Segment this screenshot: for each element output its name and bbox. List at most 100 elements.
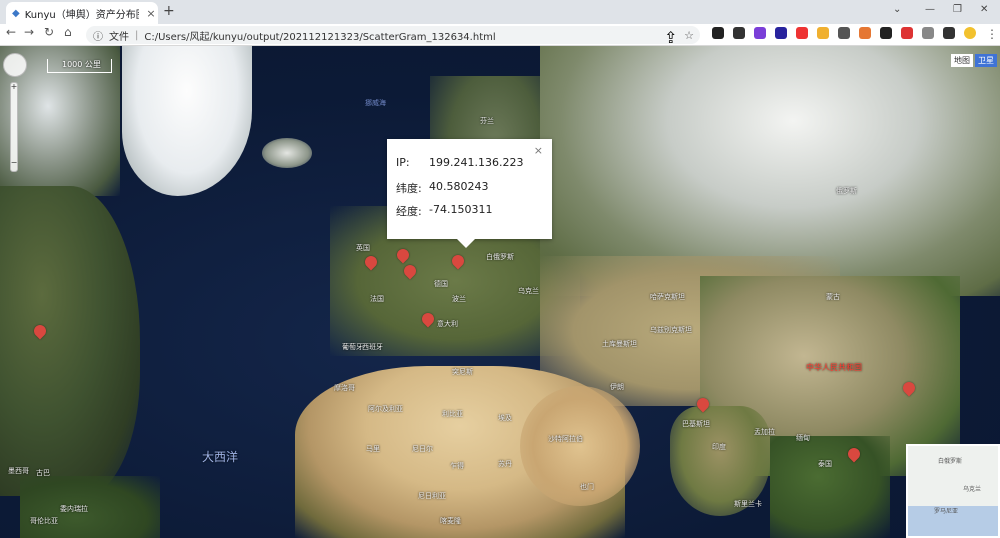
reload-icon[interactable]: ↻ bbox=[44, 25, 54, 39]
forward-icon[interactable]: → bbox=[24, 25, 34, 39]
label-saudi: 沙特阿拉伯 bbox=[548, 435, 583, 443]
profile-avatar[interactable] bbox=[964, 27, 976, 39]
label-tunisia: 突尼斯 bbox=[452, 368, 473, 376]
minimize-icon[interactable]: — bbox=[925, 4, 935, 15]
map-type-satellite-button[interactable]: 卫星 bbox=[975, 54, 997, 67]
popup-lat-row: 纬度: 40.580243 bbox=[396, 180, 489, 196]
extension-icon-3[interactable] bbox=[754, 27, 766, 39]
label-venezuela: 委内瑞拉 bbox=[60, 505, 88, 513]
extension-icon-11[interactable] bbox=[922, 27, 934, 39]
maximize-icon[interactable]: ❐ bbox=[953, 4, 962, 15]
address-bar: ← → ↻ ⌂ ⓘ 文件 | C:/Users/风起/kunyu/output/… bbox=[0, 24, 1000, 47]
tab-bar: ◆ Kunyu（坤舆）资产分布图 × + ⌄ — ❐ ✕ bbox=[0, 0, 1000, 24]
home-icon[interactable]: ⌂ bbox=[64, 25, 72, 39]
south-america-landmass bbox=[20, 476, 160, 538]
label-finland: 芬兰 bbox=[480, 117, 494, 125]
tab-search-icon[interactable]: ⌄ bbox=[893, 4, 901, 15]
extension-icon-7[interactable] bbox=[838, 27, 850, 39]
popup-tail bbox=[457, 239, 475, 248]
extension-icon-8[interactable] bbox=[859, 27, 871, 39]
satellite-map[interactable]: 挪威海 大西洋 芬兰 英国 白俄罗斯 乌克兰 法国 德国 波兰 意大利 葡萄牙 … bbox=[0, 46, 1000, 538]
ocean-label-north-sea: 挪威海 bbox=[365, 99, 386, 107]
map-type-map-button[interactable]: 地图 bbox=[951, 54, 973, 67]
minimap-label-ukraine: 乌克兰 bbox=[963, 486, 982, 493]
url-scheme-label: 文件 bbox=[109, 31, 129, 43]
popup-lng-row: 经度: -74.150311 bbox=[396, 203, 492, 219]
new-tab-button[interactable]: + bbox=[163, 3, 175, 19]
extension-icon-1[interactable] bbox=[712, 27, 724, 39]
label-myanmar: 缅甸 bbox=[796, 434, 810, 442]
share-icon[interactable]: ⇪ bbox=[664, 28, 677, 47]
popup-lat-key: 纬度: bbox=[396, 182, 422, 195]
popup-ip-key: IP: bbox=[396, 156, 410, 169]
window-close-icon[interactable]: ✕ bbox=[980, 4, 988, 15]
extension-icon-10[interactable] bbox=[901, 27, 913, 39]
label-turkmenistan: 土库曼斯坦 bbox=[602, 340, 637, 348]
label-cameroon: 喀麦隆 bbox=[440, 517, 461, 525]
label-yemen: 也门 bbox=[580, 483, 594, 491]
label-uzbekistan: 乌兹别克斯坦 bbox=[650, 326, 692, 334]
label-algeria: 阿尔及利亚 bbox=[368, 405, 403, 413]
label-colombia: 哥伦比亚 bbox=[30, 517, 58, 525]
southeast-asia-landmass bbox=[770, 436, 890, 538]
zoom-out-button[interactable]: − bbox=[10, 158, 18, 167]
extensions-puzzle-icon[interactable] bbox=[943, 27, 955, 39]
popup-lat-value: 40.580243 bbox=[429, 180, 489, 193]
minimap-label-romania: 罗马尼亚 bbox=[934, 508, 959, 515]
label-sri-lanka: 斯里兰卡 bbox=[734, 500, 762, 508]
label-iran: 伊朗 bbox=[610, 383, 624, 391]
label-italy: 意大利 bbox=[437, 320, 458, 328]
north-america-landmass bbox=[0, 186, 140, 496]
menu-dots-icon[interactable]: ⋮ bbox=[986, 27, 998, 41]
marker-info-popup: × IP: 199.241.136.223 纬度: 40.580243 经度: … bbox=[387, 139, 552, 248]
label-germany: 德国 bbox=[434, 280, 448, 288]
zoom-in-button[interactable]: + bbox=[10, 82, 18, 91]
popup-lng-value: -74.150311 bbox=[429, 203, 493, 216]
popup-ip-row: IP: 199.241.136.223 bbox=[396, 156, 523, 169]
tab-favicon-icon: ◆ bbox=[12, 7, 20, 19]
label-portugal: 葡萄牙 bbox=[342, 343, 363, 351]
tab-title: Kunyu（坤舆）资产分布图 bbox=[24, 9, 139, 21]
label-pakistan: 巴基斯坦 bbox=[682, 420, 710, 428]
url-text: C:/Users/风起/kunyu/output/202112121323/Sc… bbox=[144, 31, 496, 43]
back-icon[interactable]: ← bbox=[6, 25, 16, 39]
tab-active[interactable]: ◆ Kunyu（坤舆）资产分布图 × bbox=[6, 2, 158, 24]
info-icon: ⓘ bbox=[93, 31, 103, 43]
url-field[interactable]: ⓘ 文件 | C:/Users/风起/kunyu/output/20211212… bbox=[86, 26, 700, 44]
bookmark-star-icon[interactable]: ☆ bbox=[684, 29, 694, 42]
extension-icon-5[interactable] bbox=[796, 27, 808, 39]
extension-icon-4[interactable] bbox=[775, 27, 787, 39]
greenland-landmass bbox=[122, 46, 252, 196]
label-belarus: 白俄罗斯 bbox=[486, 253, 514, 261]
label-spain: 西班牙 bbox=[362, 343, 383, 351]
popup-close-icon[interactable]: × bbox=[534, 144, 543, 157]
label-kazakhstan: 哈萨克斯坦 bbox=[650, 293, 685, 301]
url-separator: | bbox=[135, 29, 139, 41]
pan-control[interactable] bbox=[3, 53, 27, 77]
label-nigeria: 尼日利亚 bbox=[418, 492, 446, 500]
label-poland: 波兰 bbox=[452, 295, 466, 303]
label-libya: 利比亚 bbox=[442, 410, 463, 418]
label-uk: 英国 bbox=[356, 244, 370, 252]
tab-close-icon[interactable]: × bbox=[144, 7, 158, 20]
scale-label: 1000 公里 bbox=[62, 60, 101, 69]
extension-icon-2[interactable] bbox=[733, 27, 745, 39]
overview-minimap[interactable]: 白俄罗斯 乌克兰 罗马尼亚 bbox=[906, 444, 1000, 538]
label-thailand: 泰国 bbox=[818, 460, 832, 468]
extension-icon-6[interactable] bbox=[817, 27, 829, 39]
label-cuba: 古巴 bbox=[36, 469, 50, 477]
iceland-landmass bbox=[262, 138, 312, 168]
label-mongolia: 蒙古 bbox=[826, 293, 840, 301]
label-chad: 乍得 bbox=[450, 462, 464, 470]
ocean-label-atlantic: 大西洋 bbox=[202, 450, 239, 464]
label-sudan: 苏丹 bbox=[498, 460, 512, 468]
label-china: 中华人民共和国 bbox=[806, 363, 862, 372]
popup-lng-key: 经度: bbox=[396, 205, 422, 218]
extension-icon-9[interactable] bbox=[880, 27, 892, 39]
minimap-label-belarus: 白俄罗斯 bbox=[938, 458, 963, 465]
label-france: 法国 bbox=[370, 295, 384, 303]
popup-ip-value: 199.241.136.223 bbox=[429, 156, 524, 169]
label-mexico: 墨西哥 bbox=[8, 467, 29, 475]
label-niger: 尼日尔 bbox=[412, 445, 433, 453]
label-morocco: 摩洛哥 bbox=[334, 384, 355, 392]
